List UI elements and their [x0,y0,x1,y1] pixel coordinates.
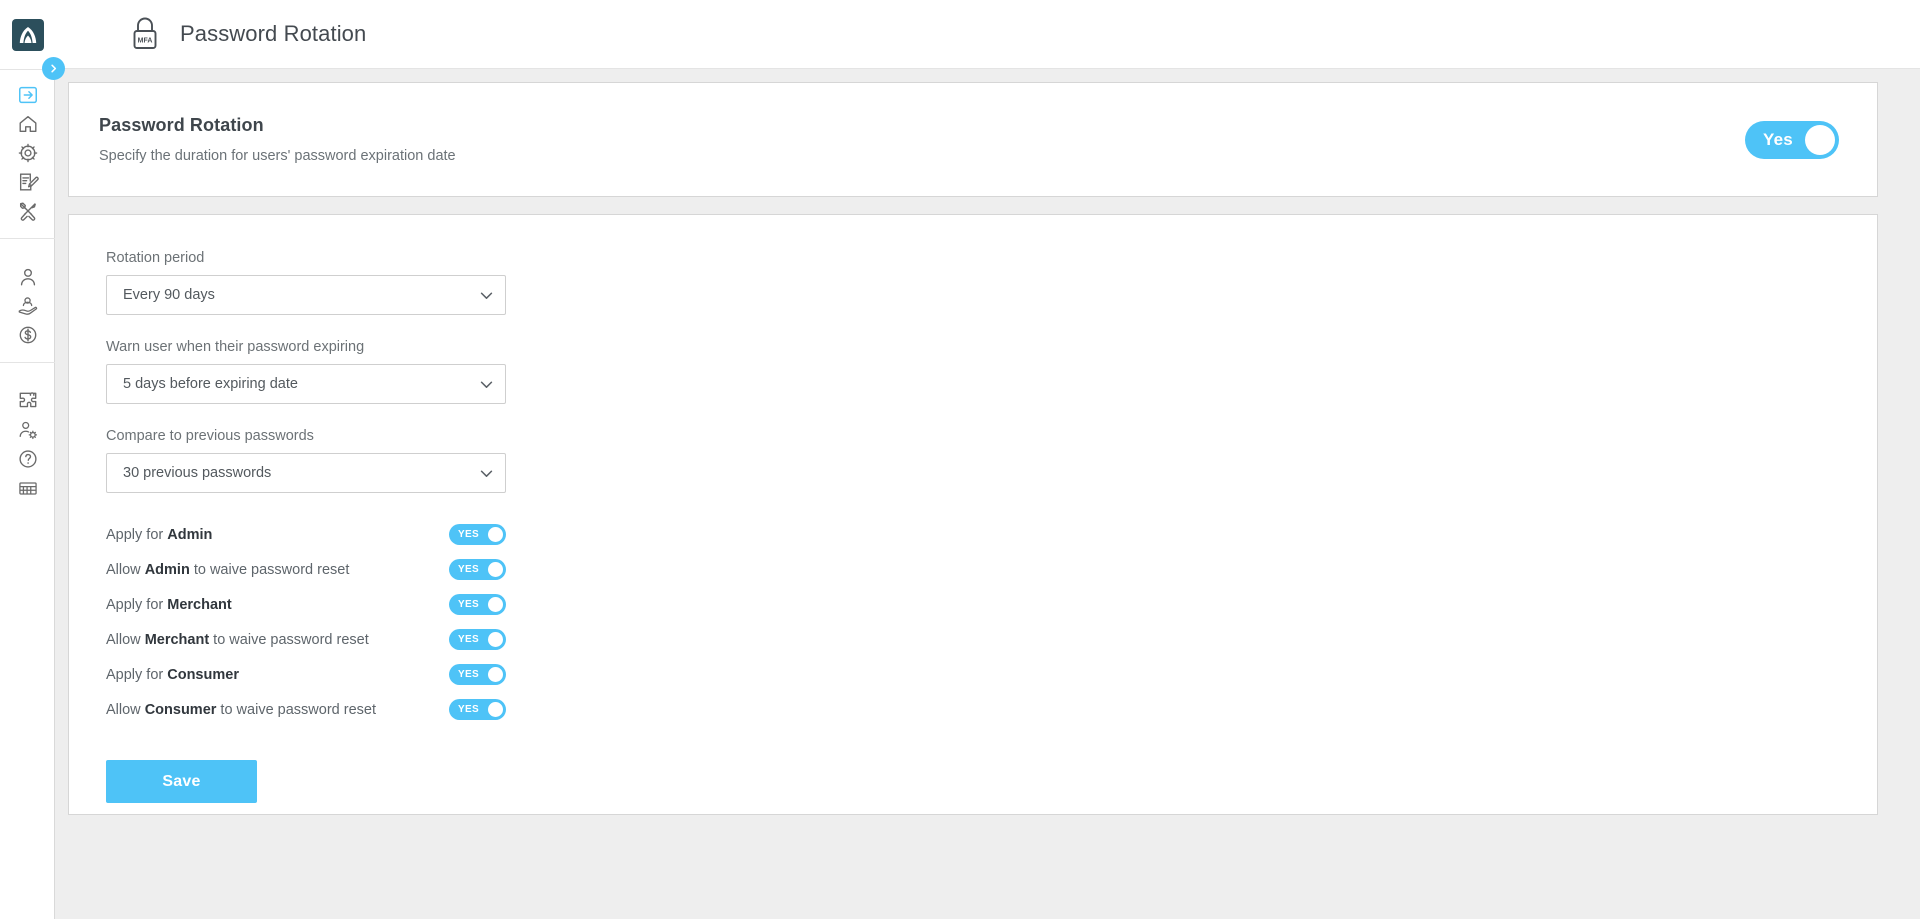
apply-consumer-toggle[interactable]: YES [449,664,506,685]
page-title: Password Rotation [180,21,367,46]
main-content: Password Rotation Specify the duration f… [55,69,1920,919]
password-rotation-header-card: Password Rotation Specify the duration f… [68,82,1878,197]
mfa-lock-icon: MFA [133,17,157,49]
card-subtitle: Specify the duration for users' password… [99,148,456,164]
allow-merchant-waive-toggle-label: YES [458,634,479,645]
sidebar-item-settings[interactable] [0,138,55,167]
allow-admin-waive-toggle[interactable]: YES [449,559,506,580]
apply-consumer-label: Apply for Consumer [106,666,239,683]
warn-user-value: 5 days before expiring date [123,376,298,392]
allow-admin-waive-toggle-knob [488,562,503,577]
toggle-row-allow-merchant-waive: Allow Merchant to waive password reset YE… [106,622,506,657]
page-header: MFA Password Rotation [55,0,1920,69]
question-circle-icon [18,449,37,468]
allow-consumer-waive-toggle-label: YES [458,704,479,715]
allow-merchant-waive-label: Allow Merchant to waive password reset [106,631,369,648]
hand-user-icon [18,296,37,315]
rotation-period-value: Every 90 days [123,287,215,303]
sidebar-item-merchants[interactable] [0,291,55,320]
chevron-down-icon [480,380,493,388]
toggle-row-apply-admin: Apply for Admin YES [106,517,506,552]
save-button[interactable]: Save [106,760,257,803]
toggle-row-allow-admin-waive: Allow Admin to waive password reset YES [106,552,506,587]
apply-consumer-toggle-label: YES [458,669,479,680]
calculator-icon [18,481,37,495]
allow-consumer-waive-label: Allow Consumer to waive password reset [106,701,376,718]
chevron-down-icon [480,291,493,299]
mfa-lock-badge-text: MFA [138,37,153,44]
login-arrow-icon [18,86,37,103]
role-toggle-list: Apply for Admin YES Allow Admin to waive p… [106,517,1877,727]
password-rotation-master-toggle[interactable]: Yes [1745,120,1839,159]
apply-merchant-toggle-knob [488,597,503,612]
allow-merchant-waive-toggle-knob [488,632,503,647]
master-toggle-label: Yes [1763,129,1793,149]
apply-admin-label: Apply for Admin [106,526,213,543]
allow-admin-waive-label: Allow Admin to waive password reset [106,561,350,578]
puzzle-icon [19,391,36,407]
allow-admin-waive-toggle-label: YES [458,564,479,575]
sidebar-item-account-settings[interactable] [0,415,55,444]
field-rotation-period: Rotation period Every 90 days [106,250,1877,315]
sidebar-item-payments[interactable] [0,320,55,349]
apply-merchant-toggle-label: YES [458,599,479,610]
warn-user-select[interactable]: 5 days before expiring date [106,364,506,404]
sidebar-item-home[interactable] [0,109,55,138]
apply-merchant-label: Apply for Merchant [106,596,232,613]
brand-logo-icon [11,18,44,51]
sidebar-collapse-button[interactable] [42,57,65,80]
user-settings-icon [19,421,37,439]
toggle-row-allow-consumer-waive: Allow Consumer to waive password reset YE… [106,692,506,727]
field-compare-previous: Compare to previous passwords 30 previou… [106,428,1877,493]
home-icon [19,115,36,132]
form-edit-icon [19,173,39,190]
allow-consumer-waive-toggle-knob [488,702,503,717]
chevron-right-icon [51,64,57,73]
user-icon [20,268,35,285]
sidebar-item-help[interactable] [0,444,55,473]
apply-consumer-toggle-knob [488,667,503,682]
chevron-down-icon [480,469,493,477]
sidebar-divider-2 [0,362,55,363]
compare-previous-label: Compare to previous passwords [106,428,314,444]
allow-consumer-waive-toggle[interactable]: YES [449,699,506,720]
master-toggle-knob [1805,124,1835,155]
compare-previous-value: 30 previous passwords [123,465,272,481]
toggle-row-apply-consumer: Apply for Consumer YES [106,657,506,692]
header-card-text: Password Rotation Specify the duration f… [99,115,456,164]
apply-merchant-toggle[interactable]: YES [449,594,506,615]
apply-admin-toggle-label: YES [458,529,479,540]
allow-merchant-waive-toggle[interactable]: YES [449,629,506,650]
password-rotation-form-card: Rotation period Every 90 days Warn user … [68,214,1878,815]
left-sidebar [0,69,55,919]
apply-admin-toggle-knob [488,527,503,542]
gear-icon [18,143,37,162]
compare-previous-select[interactable]: 30 previous passwords [106,453,506,493]
sidebar-item-forms[interactable] [0,167,55,196]
warn-user-label: Warn user when their password expiring [106,339,365,355]
rotation-period-select[interactable]: Every 90 days [106,275,506,315]
sidebar-item-tools[interactable] [0,196,55,225]
sidebar-item-login[interactable] [0,80,55,109]
sidebar-item-users[interactable] [0,262,55,291]
field-warn-user: Warn user when their password expiring 5… [106,339,1877,404]
toggle-row-apply-merchant: Apply for Merchant YES [106,587,506,622]
sidebar-divider-1 [0,238,55,239]
rotation-period-label: Rotation period [106,250,205,266]
sidebar-item-calculator[interactable] [0,473,55,502]
sidebar-item-plugins[interactable] [0,386,55,415]
dollar-coin-icon [19,326,36,343]
card-title: Password Rotation [99,115,264,135]
tools-icon [19,202,36,221]
apply-admin-toggle[interactable]: YES [449,524,506,545]
